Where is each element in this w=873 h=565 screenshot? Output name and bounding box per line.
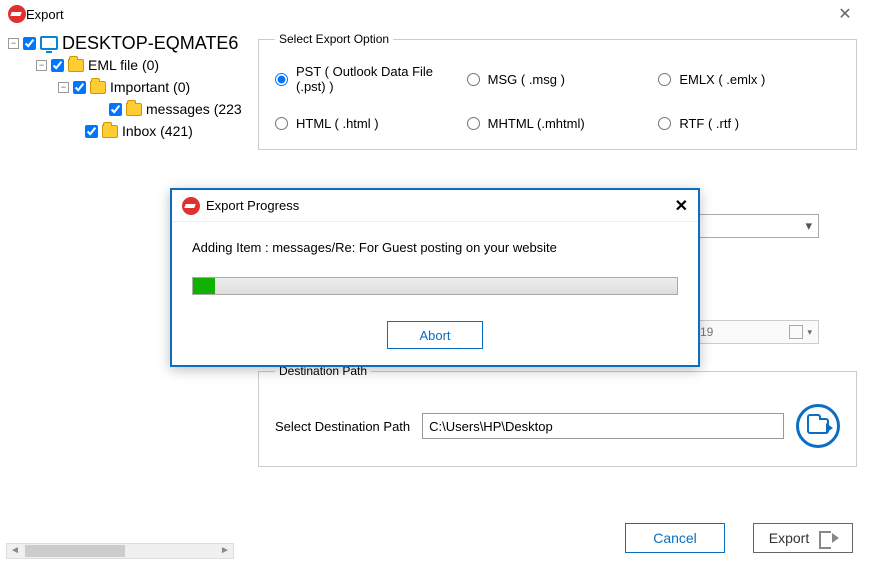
app-logo-icon xyxy=(8,5,26,23)
export-option-legend: Select Export Option xyxy=(275,32,393,46)
scroll-right-icon[interactable]: ► xyxy=(217,544,233,558)
dialog-close-button[interactable]: ✕ xyxy=(675,196,688,216)
tree-label: messages (223 xyxy=(146,98,242,120)
window-close-button[interactable]: ✕ xyxy=(825,4,865,24)
tree-label: Important (0) xyxy=(110,76,190,98)
export-button[interactable]: Export xyxy=(753,523,853,553)
export-progress-dialog: Export Progress ✕ Adding Item : messages… xyxy=(170,188,700,367)
tree-label: EML file (0) xyxy=(88,54,159,76)
collapse-icon[interactable]: − xyxy=(36,60,47,71)
destination-input[interactable] xyxy=(422,413,784,439)
tree-item-messages[interactable]: messages (223 xyxy=(94,98,246,120)
progress-message: Adding Item : messages/Re: For Guest pos… xyxy=(192,240,678,255)
radio-html[interactable]: HTML ( .html ) xyxy=(275,116,457,131)
folder-icon xyxy=(68,59,84,72)
tree-item-important[interactable]: − Important (0) xyxy=(58,76,246,98)
dialog-title: Export Progress xyxy=(206,198,299,213)
computer-icon xyxy=(40,36,58,50)
radio-mhtml[interactable]: MHTML (.mhtml) xyxy=(467,116,649,131)
radio-pst[interactable]: PST ( Outlook Data File (.pst) ) xyxy=(275,64,457,94)
window-titlebar: Export ✕ xyxy=(0,0,873,28)
radio-emlx[interactable]: EMLX ( .emlx ) xyxy=(658,64,840,94)
calendar-icon xyxy=(789,325,803,339)
tree-item-inbox[interactable]: Inbox (421) xyxy=(70,120,246,142)
folder-open-icon xyxy=(807,418,829,434)
tree-checkbox[interactable] xyxy=(73,81,86,94)
collapse-icon[interactable]: − xyxy=(58,82,69,93)
date-value: 19 xyxy=(700,325,713,339)
progress-fill xyxy=(193,278,215,294)
tree-label: Inbox (421) xyxy=(122,120,193,142)
tree-h-scrollbar[interactable]: ◄ ► xyxy=(6,543,234,559)
tree-label: DESKTOP-EQMATE6 xyxy=(62,32,238,54)
scroll-left-icon[interactable]: ◄ xyxy=(7,544,23,558)
export-arrow-icon xyxy=(819,531,837,545)
app-logo-icon xyxy=(182,197,200,215)
chevron-down-icon: ▾ xyxy=(805,218,812,234)
radio-msg[interactable]: MSG ( .msg ) xyxy=(467,64,649,94)
destination-group: Destination Path Select Destination Path xyxy=(258,364,857,467)
tree-root[interactable]: − DESKTOP-EQMATE6 xyxy=(8,32,246,54)
export-option-group: Select Export Option PST ( Outlook Data … xyxy=(258,32,857,150)
folder-icon xyxy=(102,125,118,138)
window-title: Export xyxy=(26,7,64,22)
browse-button[interactable] xyxy=(796,404,840,448)
scroll-thumb[interactable] xyxy=(25,545,125,557)
collapse-icon[interactable]: − xyxy=(8,38,19,49)
folder-icon xyxy=(90,81,106,94)
abort-button[interactable]: Abort xyxy=(387,321,483,349)
date-picker[interactable]: 19 ▾ xyxy=(693,320,819,344)
tree-checkbox[interactable] xyxy=(51,59,64,72)
destination-label: Select Destination Path xyxy=(275,419,410,434)
folder-icon xyxy=(126,103,142,116)
tree-checkbox[interactable] xyxy=(23,37,36,50)
tree-item-eml[interactable]: − EML file (0) xyxy=(36,54,246,76)
chevron-down-icon: ▾ xyxy=(807,327,812,338)
tree-checkbox[interactable] xyxy=(85,125,98,138)
radio-rtf[interactable]: RTF ( .rtf ) xyxy=(658,116,840,131)
progress-bar xyxy=(192,277,678,295)
tree-checkbox[interactable] xyxy=(109,103,122,116)
cancel-button[interactable]: Cancel xyxy=(625,523,725,553)
